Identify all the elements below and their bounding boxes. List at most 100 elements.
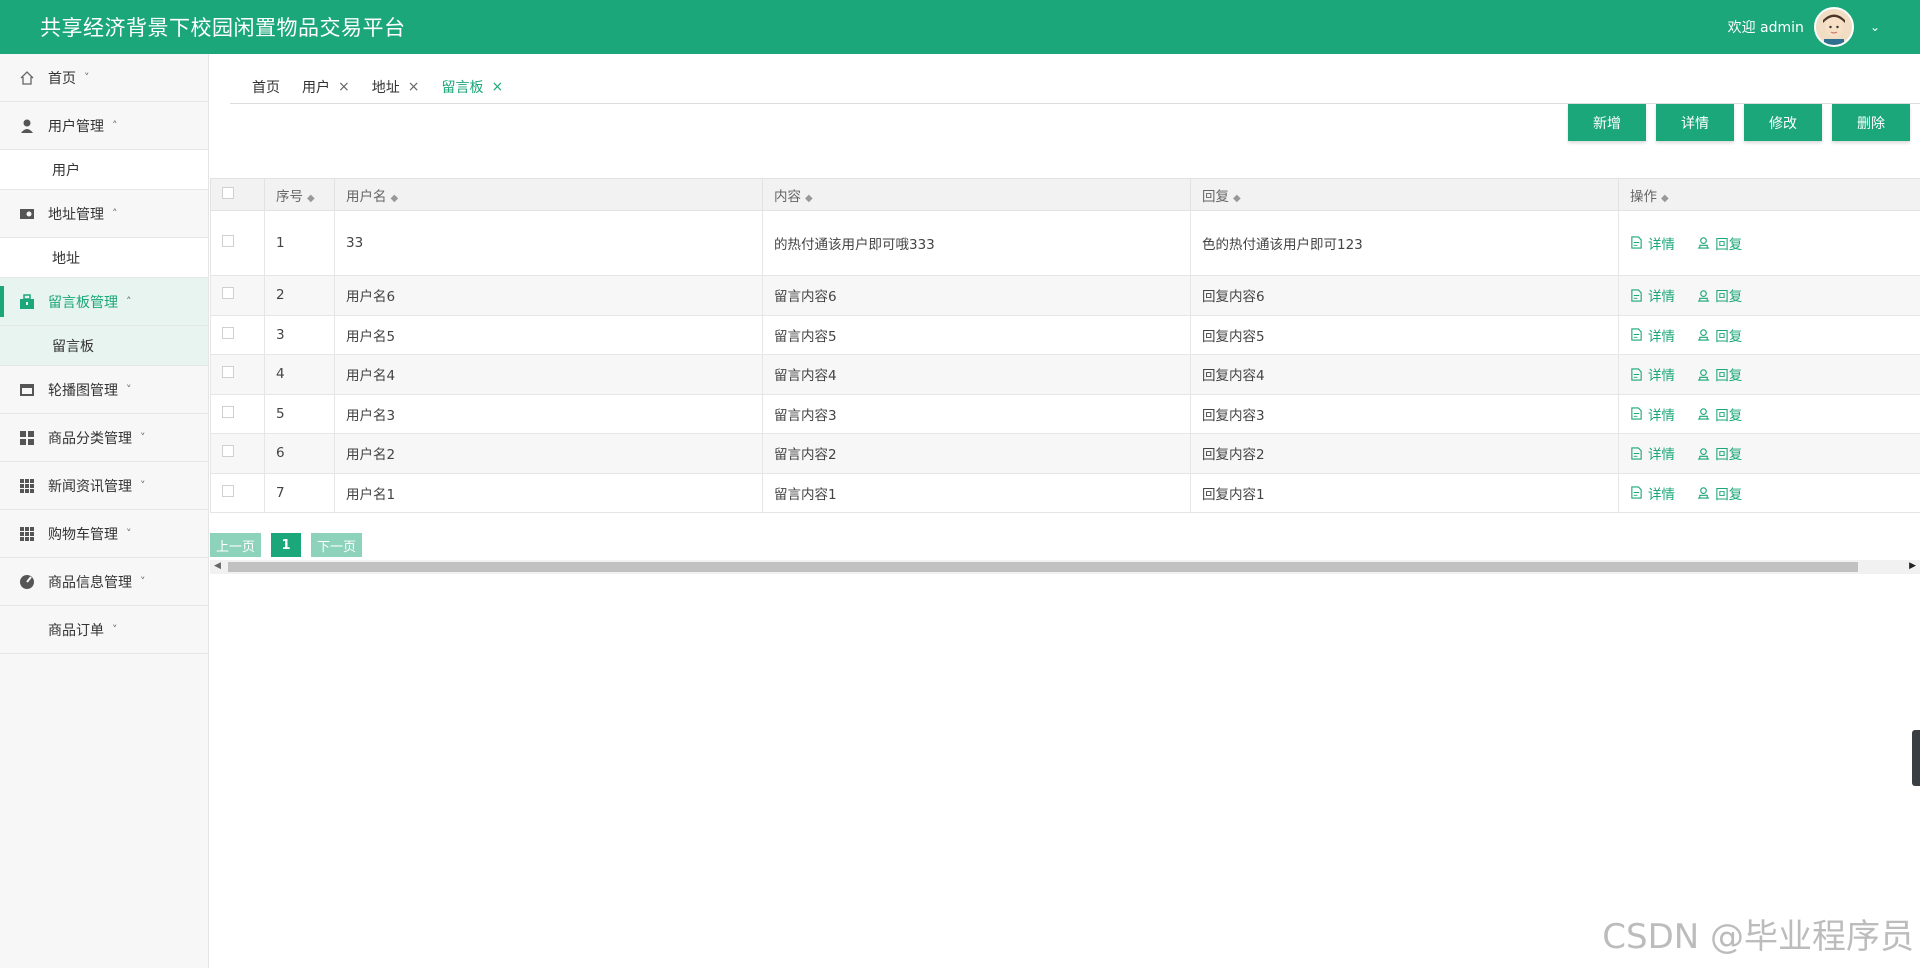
- reply-link[interactable]: 回复: [1697, 233, 1742, 253]
- sidebar-subitem-user[interactable]: 用户: [0, 150, 208, 190]
- tab-user[interactable]: 用户 ×: [302, 77, 350, 97]
- reply-link[interactable]: 回复: [1697, 325, 1742, 345]
- column-header-reply[interactable]: 回复 ◆: [1190, 178, 1619, 211]
- reply-icon: [1698, 329, 1710, 341]
- row-select-cell[interactable]: [210, 210, 265, 276]
- cell-reply: 色的热付通该用户即可123: [1190, 210, 1619, 276]
- detail-link[interactable]: 详情: [1630, 233, 1675, 253]
- chevron-down-icon[interactable]: ⌄: [1870, 20, 1880, 34]
- detail-button[interactable]: 详情: [1656, 104, 1734, 141]
- cell-index: 2: [264, 275, 335, 316]
- sidebar-item-news-management[interactable]: 新闻资讯管理 ˅: [0, 462, 208, 510]
- reply-icon: [1698, 237, 1710, 249]
- reply-icon: [1698, 487, 1710, 499]
- sidebar-item-orders[interactable]: 商品订单 ˅: [0, 606, 208, 654]
- horizontal-scrollbar[interactable]: ◀ ▶: [210, 560, 1920, 574]
- detail-link[interactable]: 详情: [1630, 364, 1675, 384]
- row-select-cell[interactable]: [210, 354, 265, 395]
- sort-icon[interactable]: ◆: [307, 193, 315, 204]
- sort-icon[interactable]: ◆: [805, 193, 813, 204]
- detail-link[interactable]: 详情: [1630, 483, 1675, 503]
- edit-button[interactable]: 修改: [1744, 104, 1822, 141]
- reply-link[interactable]: 回复: [1697, 443, 1742, 463]
- row-select-cell[interactable]: [210, 433, 265, 474]
- row-select-cell[interactable]: [210, 314, 265, 355]
- sort-icon[interactable]: ◆: [391, 193, 399, 204]
- avatar[interactable]: [1813, 7, 1854, 47]
- sort-icon[interactable]: ◆: [1233, 193, 1241, 204]
- document-icon: [1631, 407, 1642, 420]
- sidebar-subitem-address[interactable]: 地址: [0, 238, 208, 278]
- reply-link[interactable]: 回复: [1697, 404, 1742, 424]
- sidebar-item-product-management[interactable]: 商品信息管理 ˅: [0, 558, 208, 606]
- table-row[interactable]: 4 用户名4 留言内容4 回复内容4 详情 回复: [210, 354, 1920, 395]
- scroll-left-icon[interactable]: ◀: [214, 561, 221, 571]
- cell-username: 用户名4: [334, 354, 763, 395]
- tab-label: 留言板: [441, 79, 484, 96]
- table-row[interactable]: 2 用户名6 留言内容6 回复内容6 详情 回复: [210, 275, 1920, 316]
- row-checkbox[interactable]: [222, 366, 234, 379]
- row-checkbox[interactable]: [222, 326, 234, 339]
- scrollbar-thumb[interactable]: [228, 562, 1858, 572]
- cell-reply: 回复内容2: [1190, 433, 1619, 474]
- row-checkbox[interactable]: [222, 445, 234, 458]
- sidebar-item-category-management[interactable]: 商品分类管理 ˅: [0, 414, 208, 462]
- next-page-button[interactable]: 下一页: [311, 533, 363, 557]
- row-checkbox[interactable]: [222, 235, 234, 247]
- detail-link[interactable]: 详情: [1630, 325, 1675, 345]
- reply-link[interactable]: 回复: [1697, 285, 1742, 305]
- detail-link[interactable]: 详情: [1630, 285, 1675, 305]
- add-button[interactable]: 新增: [1568, 104, 1646, 141]
- column-header-username[interactable]: 用户名 ◆: [334, 178, 763, 211]
- user-area[interactable]: 欢迎 admin ⌄: [1728, 7, 1880, 47]
- table-row[interactable]: 5 用户名3 留言内容3 回复内容3 详情 回复: [210, 393, 1920, 434]
- table-row[interactable]: 6 用户名2 留言内容2 回复内容2 详情 回复: [210, 433, 1920, 474]
- sidebar: 首页 ˅ 用户管理 ˄ 用户 地址管理 ˄ 地址 留言板管理 ˄ 留言板 轮播图…: [0, 54, 209, 968]
- row-checkbox[interactable]: [222, 287, 234, 300]
- sidebar-item-cart-management[interactable]: 购物车管理 ˅: [0, 510, 208, 558]
- column-header-index[interactable]: 序号 ◆: [264, 178, 335, 211]
- document-icon: [1631, 236, 1642, 249]
- delete-button[interactable]: 删除: [1832, 104, 1910, 141]
- detail-link[interactable]: 详情: [1630, 404, 1675, 424]
- sidebar-item-home[interactable]: 首页 ˅: [0, 54, 208, 102]
- sidebar-item-user-management[interactable]: 用户管理 ˄: [0, 102, 208, 150]
- tab-message-board[interactable]: 留言板 ×: [441, 77, 503, 97]
- row-select-cell[interactable]: [210, 275, 265, 316]
- row-checkbox[interactable]: [222, 484, 234, 497]
- sidebar-item-address-management[interactable]: 地址管理 ˄: [0, 190, 208, 238]
- sidebar-item-label: 购物车管理: [48, 526, 118, 543]
- close-icon[interactable]: ×: [408, 79, 420, 95]
- cell-username: 33: [334, 210, 763, 276]
- reply-link[interactable]: 回复: [1697, 364, 1742, 384]
- cell-content: 留言内容4: [762, 354, 1191, 395]
- watermark: CSDN @毕业程序员: [1602, 917, 1914, 957]
- row-select-cell[interactable]: [210, 393, 265, 434]
- scroll-right-icon[interactable]: ▶: [1909, 561, 1916, 571]
- sidebar-item-carousel-management[interactable]: 轮播图管理 ˅: [0, 366, 208, 414]
- table-row[interactable]: 3 用户名5 留言内容5 回复内容5 详情 回复: [210, 314, 1920, 355]
- page-number-button[interactable]: 1: [271, 533, 302, 557]
- table-row[interactable]: 1 33 的热付通该用户即可哦333 色的热付通该用户即可123 详情 回复: [210, 210, 1920, 276]
- detail-link[interactable]: 详情: [1630, 443, 1675, 463]
- row-checkbox[interactable]: [222, 405, 234, 418]
- reply-link[interactable]: 回复: [1697, 483, 1742, 503]
- select-all-checkbox[interactable]: [222, 186, 234, 199]
- sidebar-item-message-board-management[interactable]: 留言板管理 ˄: [0, 278, 208, 326]
- tab-address[interactable]: 地址 ×: [372, 77, 420, 97]
- app-title: 共享经济背景下校园闲置物品交易平台: [40, 16, 406, 40]
- home-icon: [18, 69, 36, 87]
- side-handle[interactable]: [1912, 730, 1920, 786]
- prev-page-button[interactable]: 上一页: [210, 533, 262, 557]
- column-header-actions[interactable]: 操作 ◆: [1618, 178, 1920, 211]
- row-select-cell[interactable]: [210, 472, 265, 513]
- sort-icon[interactable]: ◆: [1661, 193, 1669, 204]
- select-all-cell[interactable]: [210, 178, 265, 211]
- category-icon: [18, 429, 36, 447]
- column-header-content[interactable]: 内容 ◆: [762, 178, 1191, 211]
- close-icon[interactable]: ×: [491, 79, 503, 95]
- sidebar-subitem-message-board[interactable]: 留言板: [0, 326, 208, 366]
- table-row[interactable]: 7 用户名1 留言内容1 回复内容1 详情 回复: [210, 472, 1920, 513]
- close-icon[interactable]: ×: [338, 79, 350, 95]
- tab-home[interactable]: 首页: [252, 77, 280, 97]
